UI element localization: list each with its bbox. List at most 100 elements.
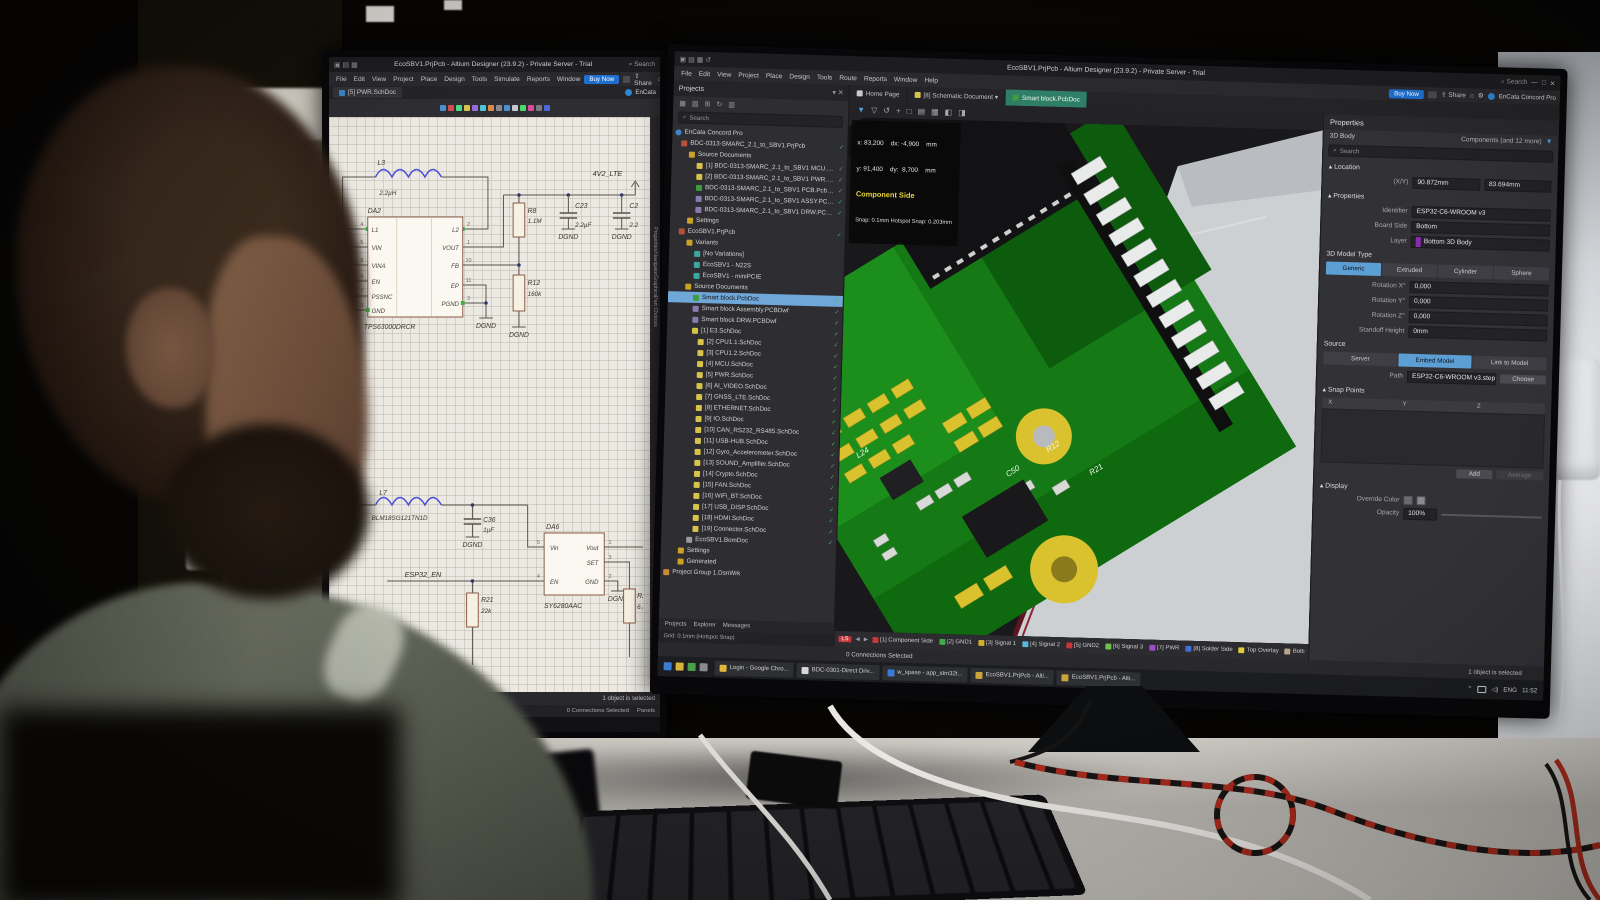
layer-tab[interactable]: [5] GND2 (1066, 642, 1099, 649)
view-toolbar-icon[interactable]: ◨ (958, 108, 966, 117)
scope-dropdown[interactable]: Components (and 12 more) (1461, 136, 1542, 145)
panel-tab[interactable]: Graphics (652, 275, 658, 297)
y-field[interactable]: 83.694mm (1484, 178, 1552, 192)
schematic-canvas[interactable]: L3 2.2µH DA2 TPS63000DRCR L14 VIN5 VINA8… (329, 117, 660, 692)
layer-tab[interactable]: [2] GND1 (939, 639, 972, 646)
chat-icon[interactable] (1428, 91, 1437, 98)
layer-set-button[interactable]: LS (838, 636, 851, 642)
snap-points-table[interactable] (1321, 408, 1545, 468)
menu-item[interactable]: Edit (351, 76, 368, 83)
start-icon[interactable] (333, 722, 339, 728)
layer-tab[interactable]: [7] PWR (1149, 645, 1179, 652)
toolbar-icon[interactable] (504, 105, 510, 111)
layer-tab[interactable]: [3] Signal 1 (978, 640, 1016, 647)
model-type-button[interactable]: Cylinder (1438, 265, 1493, 280)
search-box[interactable]: ⌕ Search (629, 61, 655, 69)
projects-toolbar-icon[interactable]: ▧ (692, 99, 699, 107)
menu-item[interactable]: File (678, 70, 695, 77)
view-toolbar-icon[interactable]: □ (907, 106, 912, 115)
home-icon[interactable]: ⌂ (658, 76, 660, 83)
panel-bottom-tab[interactable]: Explorer (693, 622, 716, 629)
toolbar-icon[interactable] (544, 105, 550, 111)
toolbar-icon[interactable] (480, 105, 486, 111)
app-icons[interactable]: ▣ ▤ ▦ ↺ (679, 55, 711, 64)
toolbar-icon[interactable] (440, 105, 446, 111)
view-toolbar-icon[interactable]: ▦ (931, 107, 939, 116)
designator-tab[interactable]: Designator (367, 695, 397, 702)
projects-toolbar-icon[interactable]: ↻ (716, 100, 722, 108)
window-control-button[interactable]: ✕ (1550, 79, 1556, 87)
share-button[interactable]: ⇪ Share (634, 72, 654, 87)
menu-item[interactable]: Design (441, 76, 468, 83)
buy-now-button[interactable]: Buy Now (1389, 89, 1424, 99)
menu-item[interactable]: File (333, 76, 350, 83)
average-button[interactable]: Average (1496, 470, 1544, 480)
opacity-field[interactable]: 100% (1403, 507, 1437, 520)
toolbar-icon[interactable] (528, 105, 534, 111)
menu-item[interactable]: View (714, 71, 734, 79)
taskbar-icon[interactable] (688, 663, 696, 671)
window-control-button[interactable]: — (1531, 79, 1538, 87)
menu-item[interactable]: Reports (524, 76, 553, 83)
panel-bottom-tab[interactable]: Messages (723, 623, 751, 630)
view-toolbar-icon[interactable]: ▽ (871, 105, 877, 114)
chat-icon[interactable] (623, 76, 630, 83)
add-button[interactable]: Add (1457, 469, 1492, 479)
layer-tab[interactable]: [8] Solder Side (1185, 646, 1233, 653)
toolbar-icon[interactable] (496, 105, 502, 111)
taskbar-window[interactable]: EcoSBV1... (421, 719, 461, 730)
app-icons[interactable]: ▣ ▤ ▦ (334, 61, 358, 69)
view-toolbar-icon[interactable]: + (896, 106, 901, 115)
layer-next-icon[interactable]: ▶ (864, 637, 868, 643)
projects-toolbar-icon[interactable]: ⊞ (704, 100, 710, 108)
document-tab[interactable]: Home Page (849, 85, 907, 103)
model-type-button[interactable]: Generic (1326, 261, 1381, 276)
taskbar-window[interactable]: EcoSBV1.PrjPcb - Alti... (970, 667, 1054, 684)
menu-item[interactable]: Help (921, 77, 941, 85)
view-toolbar-icon[interactable]: ▤ (917, 106, 925, 115)
clock[interactable]: 11:52 (1522, 687, 1537, 694)
view-toolbar-icon[interactable]: ◧ (945, 107, 953, 116)
tray-expand-icon[interactable]: ⌃ (1467, 685, 1472, 692)
taskbar-window[interactable]: EcoSBV... (382, 719, 418, 730)
choose-button[interactable]: Choose (1500, 374, 1546, 384)
document-tab[interactable]: [5] PWR.SchDoc (333, 87, 402, 98)
toolbar-icon[interactable] (456, 105, 462, 111)
menu-item[interactable]: Edit (696, 70, 714, 77)
start-icon[interactable] (664, 662, 672, 670)
home-icon[interactable]: ⌂ (1470, 92, 1474, 99)
source-mode-button[interactable]: Server (1323, 351, 1397, 366)
pcb-3d-viewport[interactable]: L24 C50 R12 R21 x: 83,200 dx: -4,900 mm … (835, 117, 1323, 644)
opacity-slider[interactable] (1441, 513, 1542, 518)
menu-item[interactable]: Window (554, 76, 583, 83)
layer-tab[interactable]: [6] Signal 3 (1105, 643, 1143, 650)
menu-item[interactable]: View (369, 76, 389, 83)
panels-button[interactable]: Panels (637, 708, 655, 714)
menu-item[interactable]: Project (390, 76, 417, 83)
menu-item[interactable]: Place (763, 72, 786, 80)
override-color-swatch-2[interactable] (1416, 496, 1425, 505)
toolbar-icon[interactable] (448, 105, 454, 111)
panel-tab[interactable]: Part Choices (652, 296, 658, 327)
menu-item[interactable]: Tools (469, 76, 490, 83)
layer-tab[interactable]: [4] Signal 2 (1022, 641, 1060, 648)
taskbar-window[interactable]: Login - Google Chro... (714, 660, 793, 677)
toolbar-icon[interactable] (488, 105, 494, 111)
path-field[interactable]: ESP32-C6-WROOM v3.step (1407, 370, 1497, 384)
override-color-swatch[interactable] (1403, 495, 1412, 504)
projects-toolbar-icon[interactable]: ▦ (679, 99, 686, 107)
source-mode-button[interactable]: Embed Model (1398, 354, 1472, 369)
view-toolbar-icon[interactable]: ↺ (883, 106, 890, 115)
taskbar-icon[interactable] (342, 722, 348, 728)
menu-item[interactable]: Reports (861, 75, 890, 83)
volume-icon[interactable]: ◁) (1491, 686, 1498, 693)
menu-item[interactable]: Place (418, 76, 441, 83)
taskbar-icon[interactable] (676, 662, 684, 670)
editor-tab[interactable]: Editor (334, 694, 362, 704)
display-icon[interactable] (1477, 685, 1486, 692)
menu-item[interactable]: Design (786, 73, 813, 81)
taskbar-window[interactable]: Login - (351, 719, 379, 730)
menu-item[interactable]: Route (836, 74, 860, 82)
filter-icon[interactable]: ▼ (857, 105, 865, 114)
layer-tab[interactable]: Bottom Overlay (1285, 648, 1305, 655)
